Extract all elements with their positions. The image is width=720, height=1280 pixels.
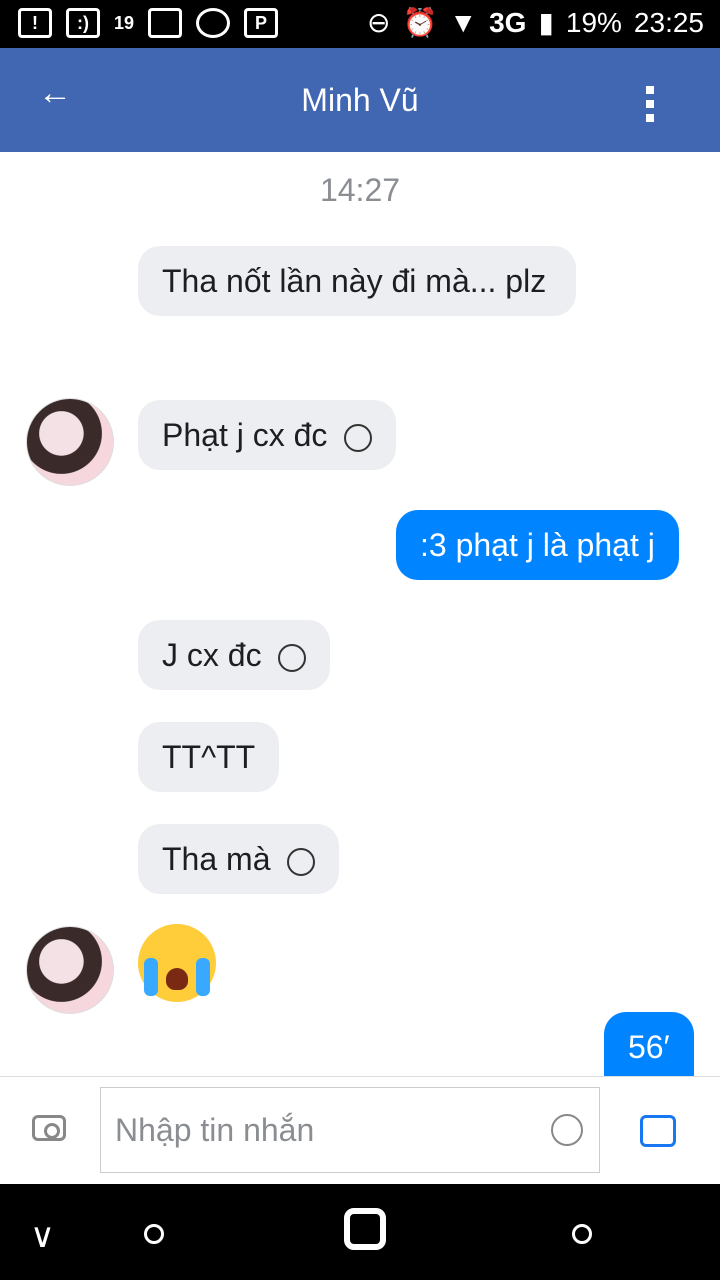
status-bar: ! :) 19 P ⊖ ⏰ ▼ 3G ▮ 19% 23:25 bbox=[0, 0, 720, 48]
conversation-title: Minh Vũ bbox=[301, 82, 419, 118]
dnd-icon: ⊖ bbox=[367, 7, 391, 38]
battery-percent: 19% bbox=[565, 6, 622, 38]
status-right: ⊖ ⏰ ▼ 3G ▮ 19% 23:25 bbox=[367, 6, 704, 39]
message-bubble[interactable]: TT^TT bbox=[138, 722, 280, 792]
message-input[interactable]: Nhập tin nhắn bbox=[100, 1087, 600, 1173]
message-bubble-own[interactable]: 56′ bbox=[604, 1012, 694, 1076]
notification-badge: 19 bbox=[114, 12, 135, 33]
message-text: :3 phạt j là phạt j bbox=[420, 527, 655, 563]
more-vert-icon[interactable] bbox=[646, 86, 654, 128]
message-bubble[interactable]: J cx đc bbox=[138, 620, 331, 690]
image-icon bbox=[148, 8, 183, 38]
avatar[interactable] bbox=[26, 926, 114, 1014]
nav-back-icon[interactable]: ∨ bbox=[30, 1216, 55, 1256]
message-text: Tha nốt lần này đi mà... plz bbox=[162, 263, 547, 299]
home-icon[interactable] bbox=[344, 1208, 386, 1250]
message-text: Tha mà bbox=[162, 841, 271, 877]
message-input-placeholder: Nhập tin nhắn bbox=[115, 1112, 315, 1148]
notification-icons: ! :) 19 P bbox=[18, 8, 279, 38]
sad-face-icon bbox=[287, 847, 316, 876]
frowning-icon bbox=[344, 423, 373, 452]
camera-icon[interactable] bbox=[32, 1115, 66, 1141]
message-bubble[interactable]: Phạt j cx đc bbox=[138, 400, 397, 470]
message-text: TT^TT bbox=[162, 739, 256, 775]
battery-icon: ▮ bbox=[538, 7, 554, 38]
avatar[interactable] bbox=[26, 398, 114, 486]
message-list[interactable]: 14:27 Tha nốt lần này đi mà... plz Phạt … bbox=[0, 152, 720, 1076]
status-time: 23:25 bbox=[633, 6, 704, 38]
message-text: Phạt j cx đc bbox=[162, 417, 328, 453]
message-text: 56′ bbox=[628, 1029, 670, 1065]
recent-apps-icon[interactable] bbox=[572, 1224, 592, 1244]
message-timestamp: 14:27 bbox=[319, 172, 401, 208]
crying-face-icon[interactable] bbox=[138, 924, 216, 1002]
message-bubble-own[interactable]: :3 phạt j là phạt j bbox=[396, 510, 679, 580]
message-text: J cx đc bbox=[162, 637, 262, 673]
p-icon: P bbox=[244, 8, 279, 38]
message-bubble[interactable]: Tha nốt lần này đi mà... plz bbox=[138, 246, 576, 316]
network-type: 3G bbox=[489, 6, 527, 38]
alarm-clock-icon: ⏰ bbox=[402, 7, 438, 38]
wifi-icon: ▼ bbox=[449, 6, 478, 38]
smiley-icon[interactable] bbox=[551, 1114, 583, 1146]
alarm-icon bbox=[196, 8, 231, 38]
frowning-icon bbox=[278, 643, 307, 672]
thumbs-up-icon[interactable] bbox=[640, 1115, 676, 1147]
system-nav-bar: ∨ bbox=[0, 1184, 720, 1280]
notification-icon: ! bbox=[18, 8, 52, 38]
composer-bar: Nhập tin nhắn bbox=[0, 1076, 720, 1185]
app-bar: ← Minh Vũ bbox=[0, 48, 720, 152]
nav-dot-icon[interactable] bbox=[144, 1224, 164, 1244]
notification-icon: :) bbox=[66, 8, 100, 38]
message-bubble[interactable]: Tha mà bbox=[138, 824, 340, 894]
